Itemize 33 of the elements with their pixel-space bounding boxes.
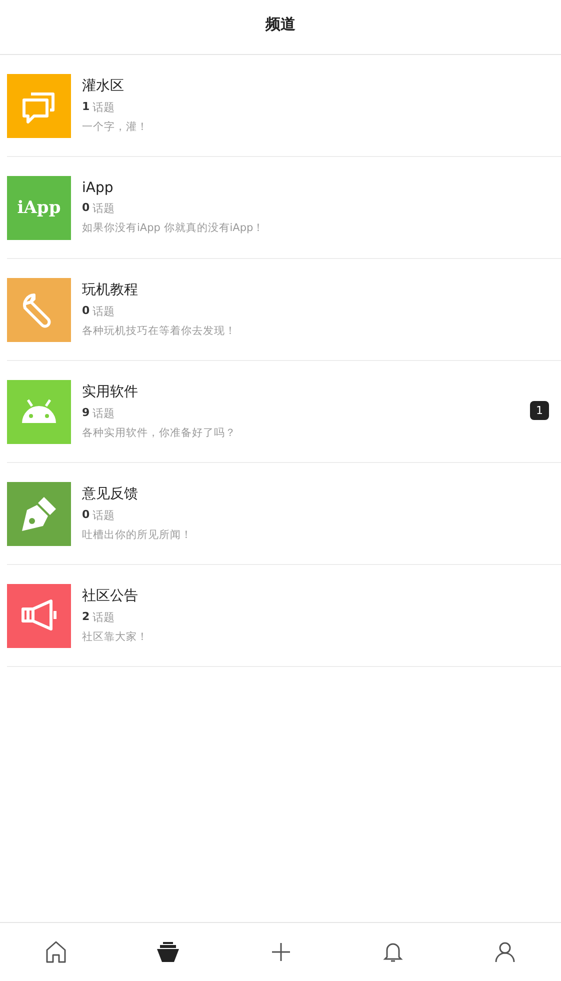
channel-name[interactable]: 灌水区 — [82, 77, 148, 95]
channel-description: 各种实用软件，你准备好了吗？ — [82, 426, 236, 440]
channel-name[interactable]: 实用软件 — [82, 383, 236, 401]
plus-icon[interactable] — [270, 942, 290, 962]
channel-description: 如果你没有iApp 你就真的没有iApp！ — [82, 221, 264, 235]
page-title: 频道 — [266, 14, 296, 34]
channel-name[interactable]: 玩机教程 — [82, 281, 236, 299]
unread-badge: 1 — [530, 401, 549, 420]
topic-count: 0 — [82, 304, 90, 319]
channel-name[interactable]: iApp — [82, 180, 264, 196]
topic-label: 话题 — [92, 406, 115, 421]
channel-name[interactable]: 社区公告 — [82, 587, 148, 605]
megaphone-icon — [19, 598, 59, 634]
bell-icon[interactable] — [382, 941, 403, 963]
channel-description: 一个字，灌！ — [82, 120, 148, 134]
topic-count: 0 — [82, 508, 90, 523]
topic-label: 话题 — [92, 610, 115, 625]
topic-count: 1 — [82, 100, 90, 115]
basket-icon[interactable] — [157, 942, 180, 962]
topic-count: 0 — [82, 201, 90, 216]
topic-label: 话题 — [92, 508, 115, 523]
topic-label: 话题 — [92, 304, 115, 319]
topic-label: 话题 — [92, 201, 115, 216]
channel-name[interactable]: 意见反馈 — [82, 485, 192, 503]
home-icon[interactable] — [46, 941, 66, 963]
topic-label: 话题 — [92, 100, 115, 115]
channel-logo: iApp — [7, 176, 71, 240]
topic-count: 9 — [82, 406, 90, 421]
person-icon[interactable] — [494, 941, 515, 963]
topic-count: 2 — [82, 610, 90, 625]
channel-description: 吐槽出你的所见所闻！ — [82, 528, 192, 542]
channel-description: 各种玩机技巧在等着你去发现！ — [82, 324, 236, 338]
channel-description: 社区靠大家！ — [82, 630, 148, 644]
